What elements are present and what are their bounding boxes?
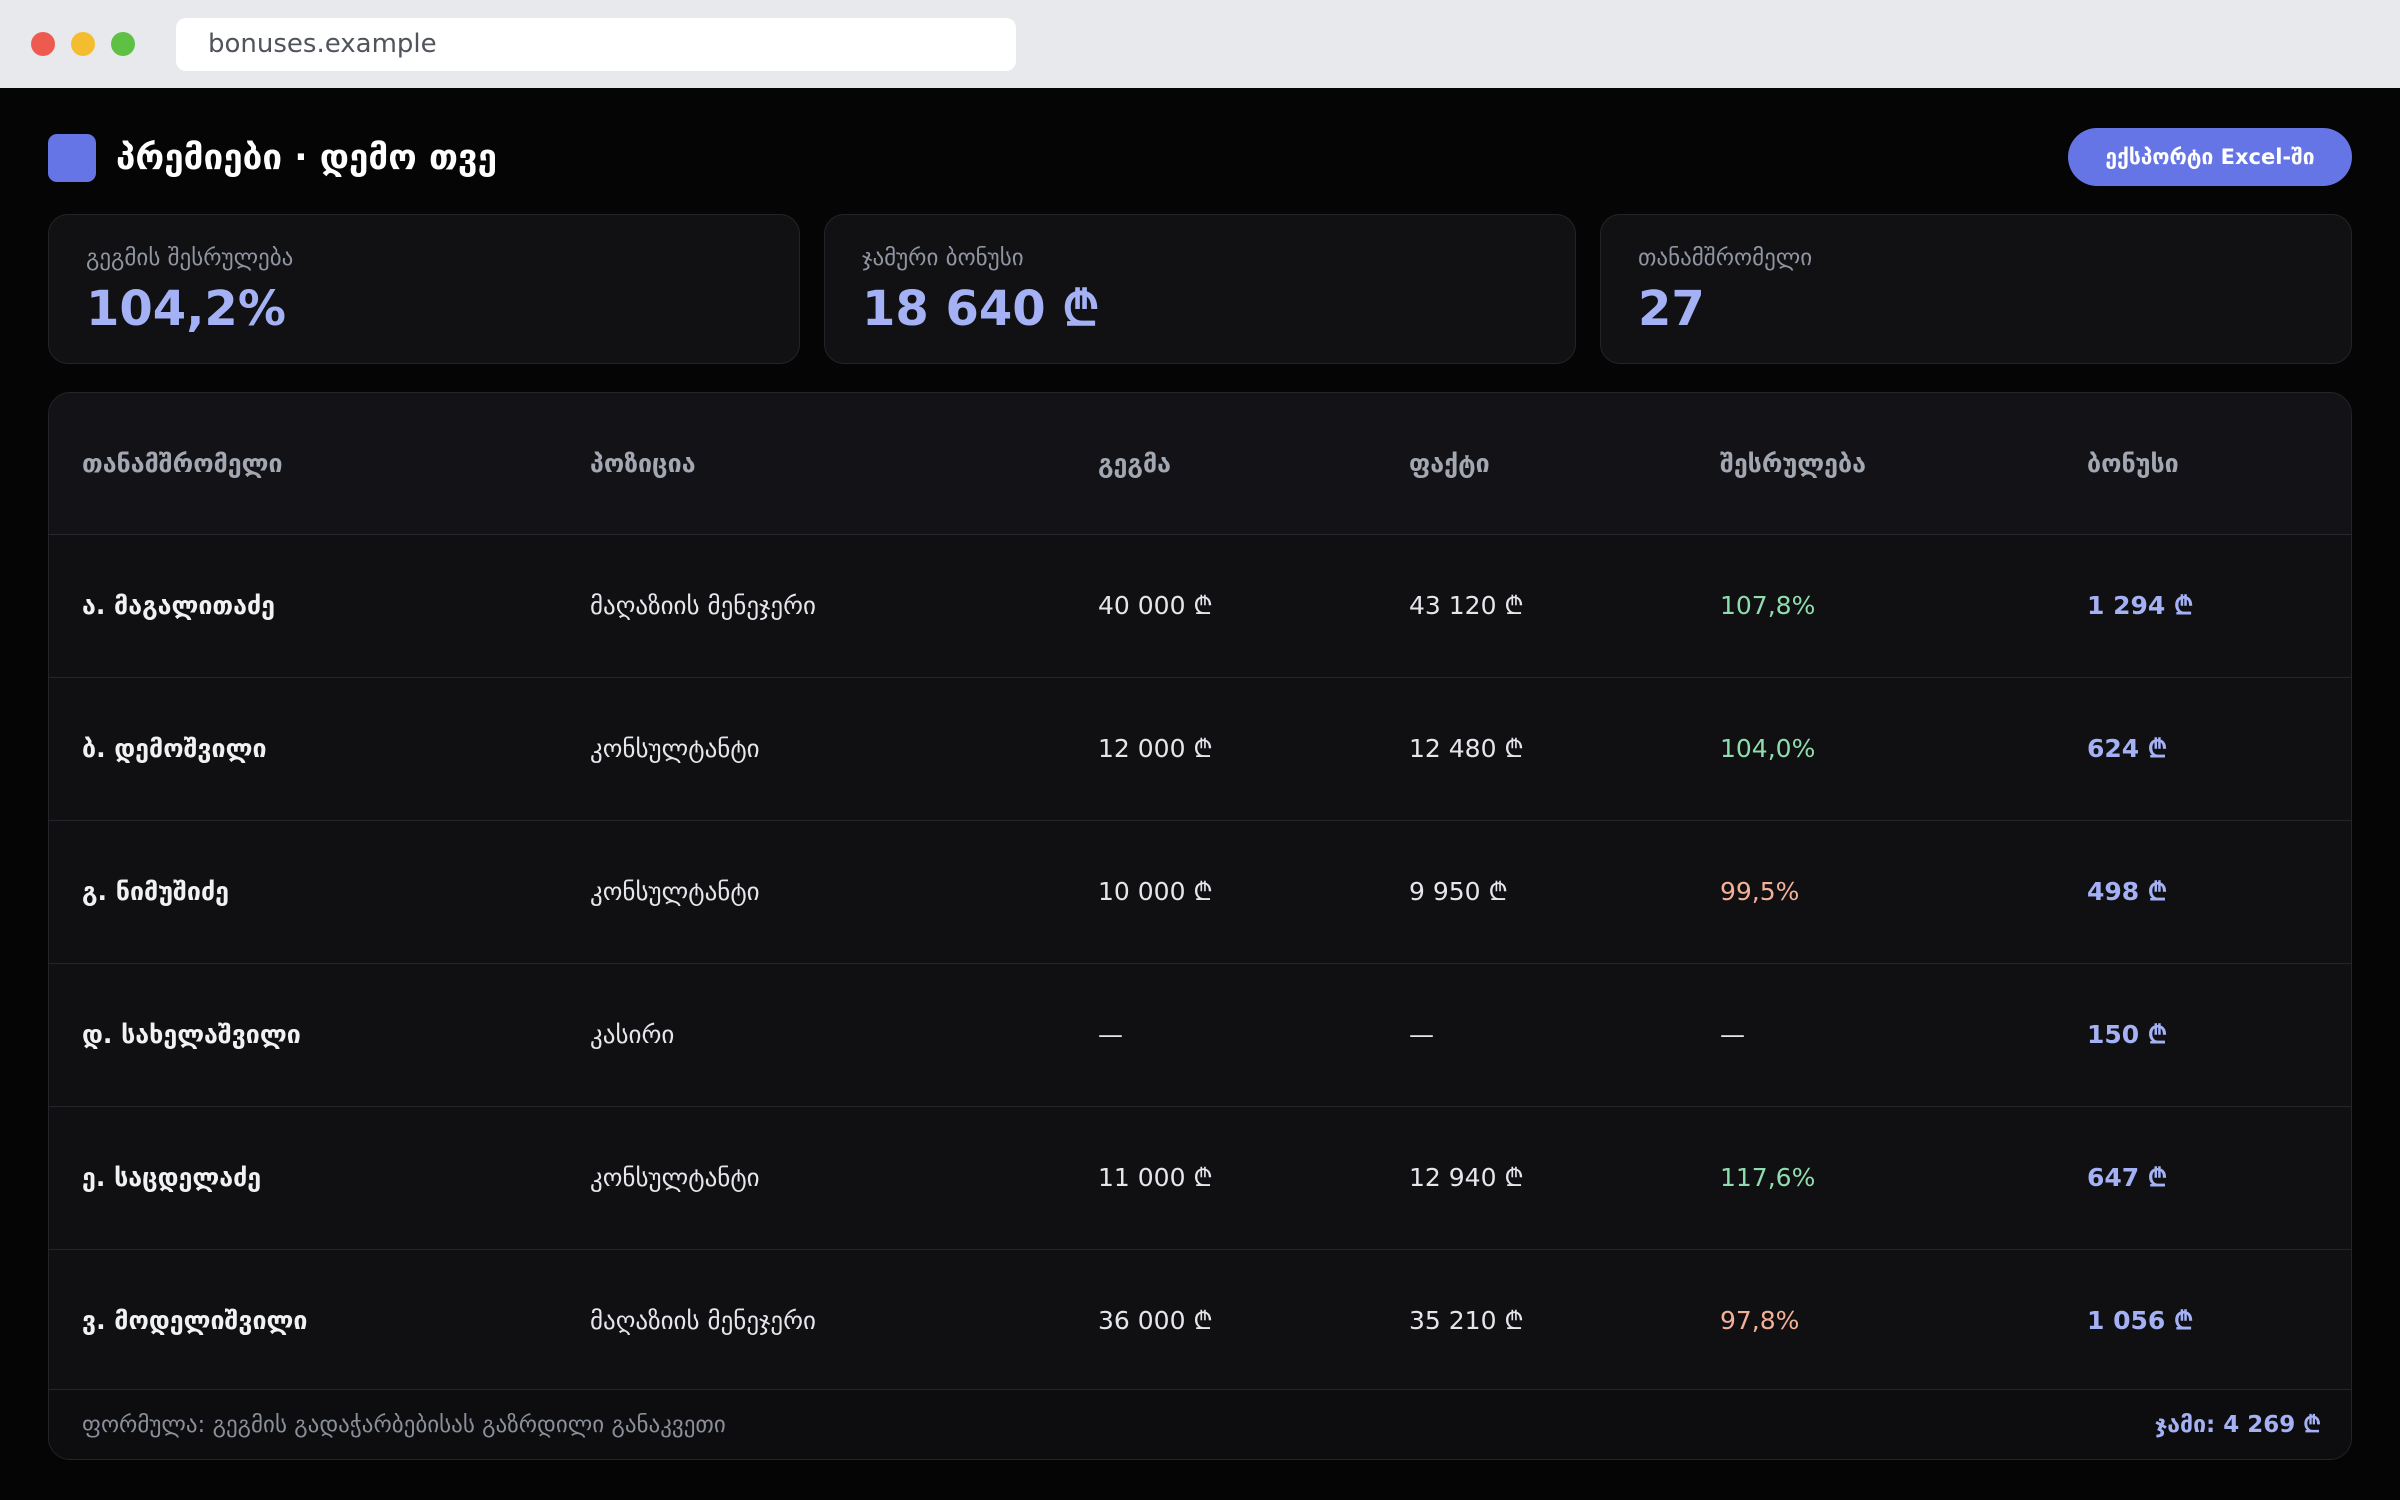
employee-position: კონსულტანტი (590, 1163, 760, 1192)
completion-rate: 117,6% (1720, 1163, 1816, 1192)
completion-rate: 104,0% (1720, 734, 1816, 763)
table-row[interactable]: დ. სახელაშვილი კასირი — — — 150 ₾ (49, 964, 2351, 1107)
actual-amount: — (1409, 1020, 1434, 1049)
column-header-employee[interactable]: თანამშრომელი (82, 393, 283, 535)
address-bar[interactable]: bonuses.example (176, 18, 1016, 71)
bonus-amount: 1 294 ₾ (2087, 591, 2194, 620)
bonus-amount: 624 ₾ (2087, 734, 2168, 763)
table-header: თანამშრომელი პოზიცია გეგმა ფაქტი შესრულე… (49, 393, 2351, 535)
plan-amount: — (1098, 1020, 1123, 1049)
completion-rate: 99,5% (1720, 877, 1800, 906)
employee-name: დ. სახელაშვილი (82, 1020, 301, 1049)
plan-amount: 12 000 ₾ (1098, 734, 1213, 763)
kpi-total-bonus: ჯამური ბონუსი 18 640 ₾ (824, 214, 1576, 364)
kpi-row: გეგმის შესრულება 104,2% ჯამური ბონუსი 18… (48, 214, 2352, 364)
column-header-plan[interactable]: გეგმა (1098, 393, 1171, 535)
employee-name: ბ. დემოშვილი (82, 734, 267, 763)
column-header-position[interactable]: პოზიცია (590, 393, 696, 535)
browser-toolbar: bonuses.example (0, 0, 2400, 88)
bonus-amount: 1 056 ₾ (2087, 1306, 2194, 1335)
employee-position: კასირი (590, 1020, 675, 1049)
table-row[interactable]: გ. ნიმუშიძე კონსულტანტი 10 000 ₾ 9 950 ₾… (49, 821, 2351, 964)
actual-amount: 9 950 ₾ (1409, 877, 1508, 906)
employee-name: ე. საცდელაძე (82, 1163, 262, 1192)
completion-rate: — (1720, 1020, 1745, 1049)
kpi-label: გეგმის შესრულება (86, 245, 294, 271)
table-footer: ფორმულა: გეგმის გადაჭარბებისას გაზრდილი … (49, 1389, 2351, 1459)
minimize-window-button[interactable] (71, 32, 95, 56)
bonus-amount: 498 ₾ (2087, 877, 2168, 906)
bonus-amount: 647 ₾ (2087, 1163, 2168, 1192)
plan-amount: 40 000 ₾ (1098, 591, 1213, 620)
table-row[interactable]: ა. მაგალითაძე მაღაზიის მენეჯერი 40 000 ₾… (49, 535, 2351, 678)
actual-amount: 35 210 ₾ (1409, 1306, 1524, 1335)
plan-amount: 11 000 ₾ (1098, 1163, 1213, 1192)
kpi-value: 104,2% (86, 281, 286, 337)
actual-amount: 12 480 ₾ (1409, 734, 1524, 763)
employee-position: მაღაზიის მენეჯერი (590, 591, 816, 620)
plan-amount: 10 000 ₾ (1098, 877, 1213, 906)
column-header-completion[interactable]: შესრულება (1720, 393, 1866, 535)
bonus-table: თანამშრომელი პოზიცია გეგმა ფაქტი შესრულე… (48, 392, 2352, 1460)
bonus-amount: 150 ₾ (2087, 1020, 2168, 1049)
actual-amount: 12 940 ₾ (1409, 1163, 1524, 1192)
bonus-total: ჯამი: 4 269 ₾ (2154, 1412, 2321, 1438)
employee-position: მაღაზიის მენეჯერი (590, 1306, 816, 1335)
table-row[interactable]: ვ. მოდელიშვილი მაღაზიის მენეჯერი 36 000 … (49, 1250, 2351, 1393)
completion-rate: 107,8% (1720, 591, 1816, 620)
maximize-window-button[interactable] (111, 32, 135, 56)
table-row[interactable]: ბ. დემოშვილი კონსულტანტი 12 000 ₾ 12 480… (49, 678, 2351, 821)
page-title: პრემიები · დემო თვე (116, 138, 498, 178)
kpi-plan-completion: გეგმის შესრულება 104,2% (48, 214, 800, 364)
kpi-employee-count: თანამშრომელი 27 (1600, 214, 2352, 364)
employee-name: გ. ნიმუშიძე (82, 877, 230, 906)
close-window-button[interactable] (31, 32, 55, 56)
employee-position: კონსულტანტი (590, 877, 760, 906)
employee-position: კონსულტანტი (590, 734, 760, 763)
kpi-value: 27 (1638, 281, 1705, 337)
completion-rate: 97,8% (1720, 1306, 1800, 1335)
table-row[interactable]: ე. საცდელაძე კონსულტანტი 11 000 ₾ 12 940… (49, 1107, 2351, 1250)
actual-amount: 43 120 ₾ (1409, 591, 1524, 620)
employee-name: ვ. მოდელიშვილი (82, 1306, 308, 1335)
column-header-actual[interactable]: ფაქტი (1409, 393, 1490, 535)
kpi-label: თანამშრომელი (1638, 245, 1813, 271)
kpi-label: ჯამური ბონუსი (862, 245, 1024, 271)
plan-amount: 36 000 ₾ (1098, 1306, 1213, 1335)
page-header: პრემიები · დემო თვე ექსპორტი Excel-ში (48, 128, 2352, 186)
column-header-bonus[interactable]: ბონუსი (2087, 393, 2179, 535)
bonus-dashboard: პრემიები · დემო თვე ექსპორტი Excel-ში გე… (0, 88, 2400, 1500)
kpi-value: 18 640 ₾ (862, 281, 1100, 337)
app-logo-icon (48, 134, 96, 182)
employee-name: ა. მაგალითაძე (82, 591, 276, 620)
export-excel-button[interactable]: ექსპორტი Excel-ში (2068, 128, 2352, 186)
bonus-formula-note: ფორმულა: გეგმის გადაჭარბებისას გაზრდილი … (82, 1412, 726, 1438)
